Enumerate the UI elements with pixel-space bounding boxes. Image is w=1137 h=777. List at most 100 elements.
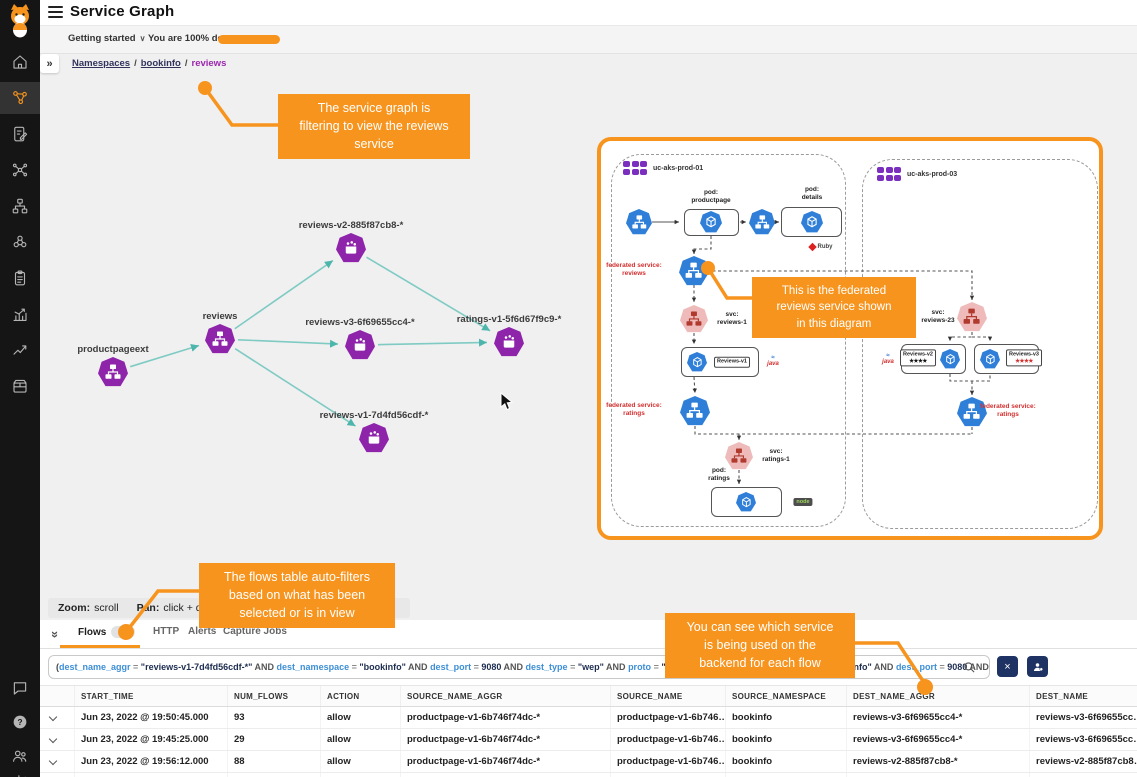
- flow-cell: allow: [321, 707, 401, 729]
- onboarding-band: Getting started∨ You are 100% done: [40, 25, 1137, 54]
- chevron-down-icon: ∨: [140, 34, 146, 43]
- breadcrumb-namespaces[interactable]: Namespaces: [72, 58, 130, 69]
- workload-node-ratings-v1-5f6d67f9c9-*[interactable]: [494, 327, 524, 357]
- flow-cell: productpage-v1-6b746…: [611, 729, 726, 751]
- policies-icon[interactable]: [0, 118, 40, 150]
- flow-cell: productpage-v1-6b746…: [611, 707, 726, 729]
- search-icon: [963, 661, 976, 674]
- workload-node-reviews-v1-7d4fd56cdf-*[interactable]: [359, 423, 389, 453]
- sitemap-icon[interactable]: [0, 190, 40, 222]
- flow-cell: bookinfo: [726, 773, 847, 777]
- service-graph-icon[interactable]: [0, 82, 40, 114]
- flows-table: START_TIMENUM_FLOWSACTIONSOURCE_NAME_AGG…: [40, 686, 1137, 777]
- column-header-dest_name_aggr[interactable]: DEST_NAME_AGGR: [847, 686, 1030, 707]
- flow-row[interactable]: Jun 23, 2022 @ 19:50:45.00093allowproduc…: [40, 707, 1137, 729]
- flow-row[interactable]: Jun 23, 2022 @ 19:56:12.00088allowproduc…: [40, 751, 1137, 773]
- nodejs-logo: node: [793, 498, 812, 506]
- cluster-icon: [623, 161, 647, 175]
- svg-text:?: ?: [17, 718, 22, 727]
- collapse-table-icon[interactable]: »: [48, 631, 63, 638]
- flow-cell: productpage-v1-6b746f74dc-*: [401, 751, 611, 773]
- chat-icon[interactable]: [0, 672, 40, 704]
- column-header-source_name[interactable]: SOURCE_NAME: [611, 686, 726, 707]
- query-segment: AND: [252, 662, 276, 672]
- query-segment: dest_port: [430, 662, 471, 672]
- column-header-source_namespace[interactable]: SOURCE_NAMESPACE: [726, 686, 847, 707]
- page-title: Service Graph: [70, 3, 174, 20]
- graph-node-label: reviews-v3-6f69655cc4-*: [280, 317, 440, 328]
- query-segment: AND: [406, 662, 430, 672]
- dashboards-icon[interactable]: [0, 298, 40, 330]
- query-segment: dest_namespace: [277, 662, 350, 672]
- flow-cell: reviews-v3-6f69655cc…: [1030, 729, 1137, 751]
- service-node-productpageext[interactable]: [98, 357, 128, 387]
- tab-flows[interactable]: Flows20: [78, 626, 135, 638]
- column-header-action[interactable]: ACTION: [321, 686, 401, 707]
- progress-bar: [218, 35, 280, 44]
- breadcrumb: Namespaces/bookinfo/reviews: [72, 58, 226, 69]
- column-header-source_name_aggr[interactable]: SOURCE_NAME_AGGR: [401, 686, 611, 707]
- query-segment: dest_name_aggr: [59, 662, 131, 672]
- flow-cell: productpage-v1-6b746f74dc-*: [401, 729, 611, 751]
- workload-node-reviews-v3-6f69655cc4-*[interactable]: [345, 330, 375, 360]
- flow-cell: reviews-v2-885f87cb8…: [1030, 751, 1137, 773]
- query-segment: "wep": [578, 662, 604, 672]
- query-segment: =: [131, 662, 141, 672]
- query-segment: =: [568, 662, 578, 672]
- getting-started-dropdown[interactable]: Getting started∨: [68, 33, 145, 44]
- flow-row[interactable]: Jun 23, 2022 @ 19:50:45.00072allowproduc…: [40, 773, 1137, 777]
- row-expand-icon[interactable]: [49, 735, 57, 743]
- query-segment: AND: [872, 662, 896, 672]
- column-header-start_time[interactable]: START_TIME: [75, 686, 228, 707]
- pod-ratings-label: pod: ratings: [708, 467, 730, 483]
- query-segment: =: [937, 662, 947, 672]
- archive-icon[interactable]: [0, 370, 40, 402]
- flow-cell: reviews-v3-6f69655cc4-*: [847, 707, 1030, 729]
- column-header-num_flows[interactable]: NUM_FLOWS: [228, 686, 321, 707]
- query-segment: =: [471, 662, 481, 672]
- flow-cell: productpage-v1-6b746f74dc-*: [401, 773, 611, 777]
- graph-node-label: ratings-v1-5f6d67f9c9-*: [429, 314, 589, 325]
- query-segment: AND: [604, 662, 628, 672]
- collapse-panel-button[interactable]: »: [40, 54, 59, 73]
- query-segment: =: [651, 662, 661, 672]
- breadcrumb-namespace[interactable]: bookinfo: [141, 58, 181, 69]
- expand-column-header: [40, 686, 75, 707]
- workload-node-reviews-v2-885f87cb8-*[interactable]: [336, 233, 366, 263]
- flow-cell: allow: [321, 751, 401, 773]
- home-icon[interactable]: [0, 46, 40, 78]
- column-header-dest_name[interactable]: DEST_NAME: [1030, 686, 1137, 707]
- flows-count-badge: 20: [111, 626, 135, 638]
- service-node-reviews[interactable]: [205, 324, 235, 354]
- federated-service-ratings-label: federated service: ratings: [980, 403, 1036, 419]
- clusters-icon[interactable]: [0, 226, 40, 258]
- red-stars: ★★★★: [1009, 358, 1039, 365]
- graph-node-label: reviews: [140, 311, 300, 322]
- endpoints-icon[interactable]: [0, 154, 40, 186]
- flow-cell: productpage-v1-6b746…: [611, 773, 726, 777]
- tab-http[interactable]: HTTP: [153, 626, 179, 637]
- flow-cell: productpage-v1-6b746…: [611, 751, 726, 773]
- user-add-button[interactable]: [1027, 656, 1048, 677]
- hamburger-menu-icon[interactable]: [48, 6, 63, 18]
- help-icon[interactable]: ?: [0, 706, 40, 738]
- cluster2-name: uc-aks-prod-03: [907, 171, 957, 178]
- row-expand-icon[interactable]: [49, 757, 57, 765]
- query-segment: dest_type: [526, 662, 568, 672]
- flow-cell: Jun 23, 2022 @ 19:56:12.000: [75, 751, 228, 773]
- pod-details-label: pod: details: [802, 186, 823, 202]
- compliance-icon[interactable]: [0, 262, 40, 294]
- flow-row[interactable]: Jun 23, 2022 @ 19:45:25.00029allowproduc…: [40, 729, 1137, 751]
- flow-cell: bookinfo: [726, 707, 847, 729]
- flow-cell: 72: [228, 773, 321, 777]
- flow-cell: Jun 23, 2022 @ 19:50:45.000: [75, 773, 228, 777]
- clear-filter-button[interactable]: ×: [997, 656, 1018, 677]
- usage-icon[interactable]: [0, 765, 40, 777]
- row-expand-icon[interactable]: [49, 713, 57, 721]
- ruby-logo: Ruby: [810, 244, 833, 250]
- trends-icon[interactable]: [0, 334, 40, 366]
- flow-cell: allow: [321, 773, 401, 777]
- flow-cell: bookinfo: [726, 751, 847, 773]
- flow-cell: Jun 23, 2022 @ 19:50:45.000: [75, 707, 228, 729]
- reviews-v1-chip: Reviews-v1: [714, 357, 750, 368]
